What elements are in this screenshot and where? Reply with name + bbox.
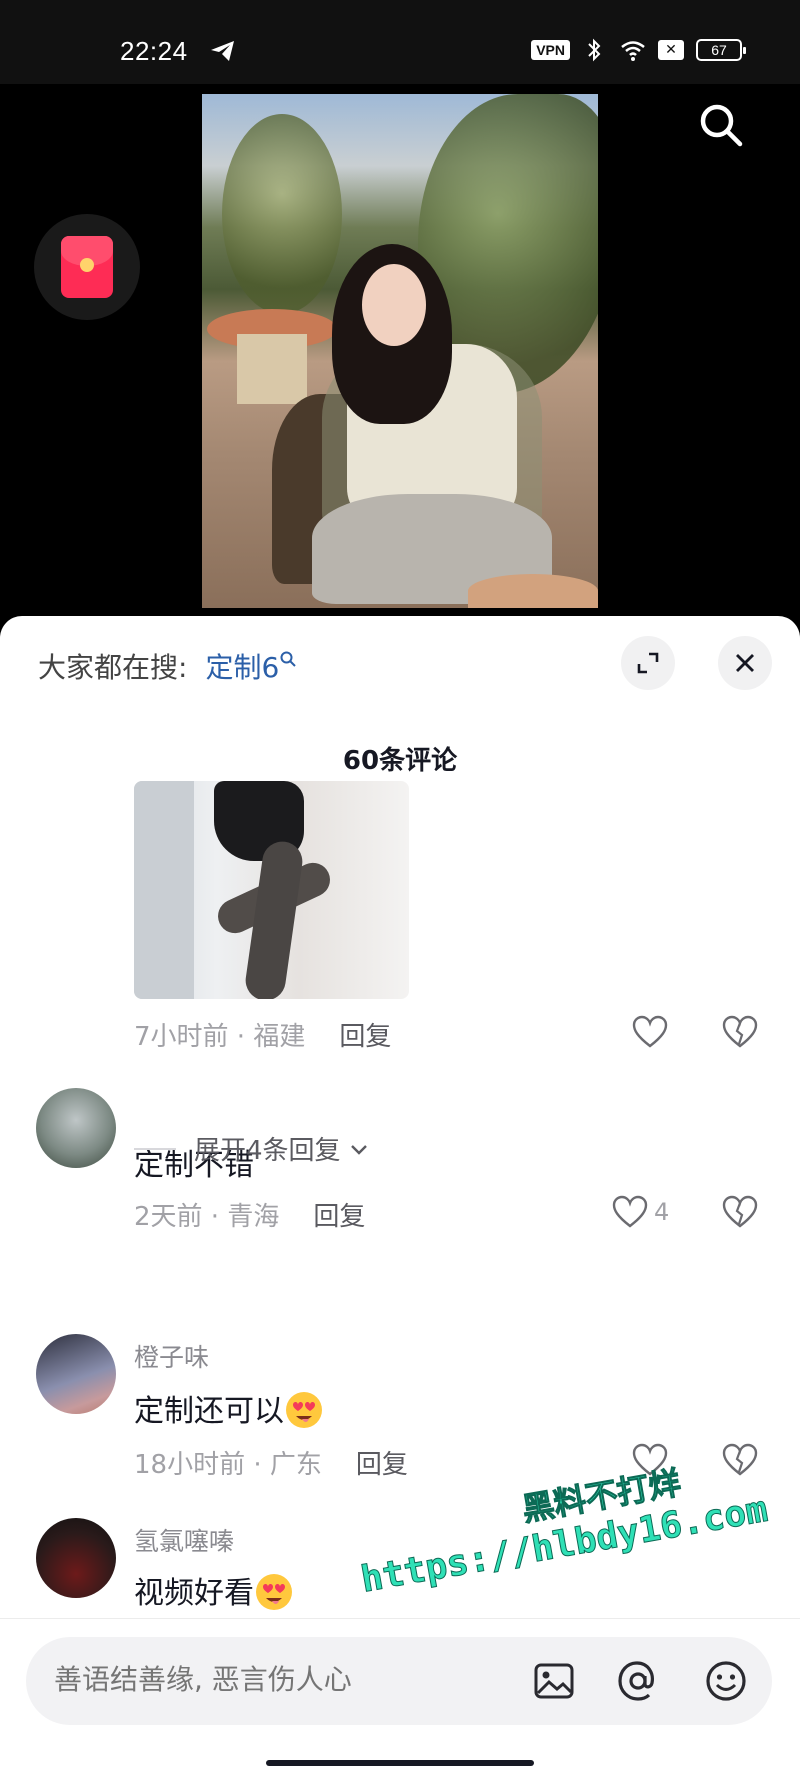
chevron-down-icon [350,1144,367,1155]
wifi-icon [621,41,645,61]
close-icon [736,654,754,672]
status-time: 22:24 [120,36,188,66]
heart-eyes-emoji-icon [256,1573,292,1610]
comment-count: 60条评论 [342,746,458,776]
avatar[interactable] [36,1518,116,1598]
comment-username[interactable]: 氢氯噻嗪 [134,1522,234,1558]
expand-button[interactable] [621,636,675,690]
like-count: 4 [654,1198,670,1226]
comment-meta: 7小时前 · 福建 回复 [134,1016,391,1053]
search-icon [280,651,296,667]
comment-image[interactable] [134,781,409,999]
status-bar: 22:24 VPN ✕ 67 [0,0,800,84]
comment-input-bar [0,1618,800,1746]
home-indicator[interactable] [266,1760,534,1766]
comment-text: 视频好看 [134,1568,294,1612]
battery-indicator: 67 [696,39,746,61]
reply-button[interactable]: 回复 [313,1202,365,1232]
heart-eyes-emoji-icon [286,1391,322,1428]
everyone-search-bar[interactable]: 大家都在搜: 定制6 [38,646,297,686]
video-person-face [362,264,426,346]
avatar[interactable] [36,1088,116,1168]
status-icons: VPN ✕ 67 [531,38,746,62]
broken-heart-icon[interactable] [721,1014,759,1050]
red-packet-icon [61,236,113,298]
close-button[interactable] [718,636,772,690]
expand-icon [637,652,659,674]
comment-username[interactable]: 橙子味 [134,1338,209,1374]
comment-input-container[interactable] [26,1637,772,1725]
red-packet-button[interactable] [34,214,140,320]
everyone-search-label: 大家都在搜: [38,651,188,684]
image-icon[interactable] [530,1657,578,1705]
expand-replies-label: 展开4条回复 [194,1136,341,1166]
comment-meta: 18小时前 · 广东 回复 [134,1444,408,1481]
comment-text: 定制还可以 [134,1386,324,1430]
video-frame[interactable] [202,94,598,608]
comment-input[interactable] [54,1663,474,1696]
bluetooth-icon [588,38,601,62]
comment-time-location: 2天前 · 青海 [134,1202,280,1232]
sim-off-icon: ✕ [658,40,684,60]
video-table-base [237,334,307,404]
comment-meta: 2天前 · 青海 回复 [134,1196,365,1233]
divider [134,1147,176,1150]
home-bar [0,1746,800,1777]
reply-button[interactable]: 回复 [339,1022,391,1052]
comment-sheet: 大家都在搜: 定制6 60条评论 7小时前 · 福建 回复 定制不错 2天前 · 青… [0,616,800,1777]
telegram-icon [211,41,234,61]
heart-icon[interactable] [611,1194,649,1230]
emoji-icon[interactable] [702,1657,750,1705]
comment-text-content: 定制还可以 [134,1394,284,1429]
search-keyword[interactable]: 定制6 [205,651,279,684]
comment-text-content: 视频好看 [134,1576,254,1611]
comment-time-location: 7小时前 · 福建 [134,1022,306,1052]
reply-button[interactable]: 回复 [356,1450,408,1480]
comment-time-location: 18小时前 · 广东 [134,1450,322,1480]
video-plant-left [222,114,342,314]
expand-replies-button[interactable]: 展开4条回复 [134,1130,371,1167]
search-icon[interactable] [696,100,746,150]
avatar[interactable] [36,1334,116,1414]
vpn-badge: VPN [531,40,570,60]
heart-icon[interactable] [631,1014,669,1050]
comment-image-wall [134,781,194,999]
video-table-front [468,574,598,608]
at-icon[interactable] [614,1657,662,1705]
broken-heart-icon[interactable] [721,1194,759,1230]
